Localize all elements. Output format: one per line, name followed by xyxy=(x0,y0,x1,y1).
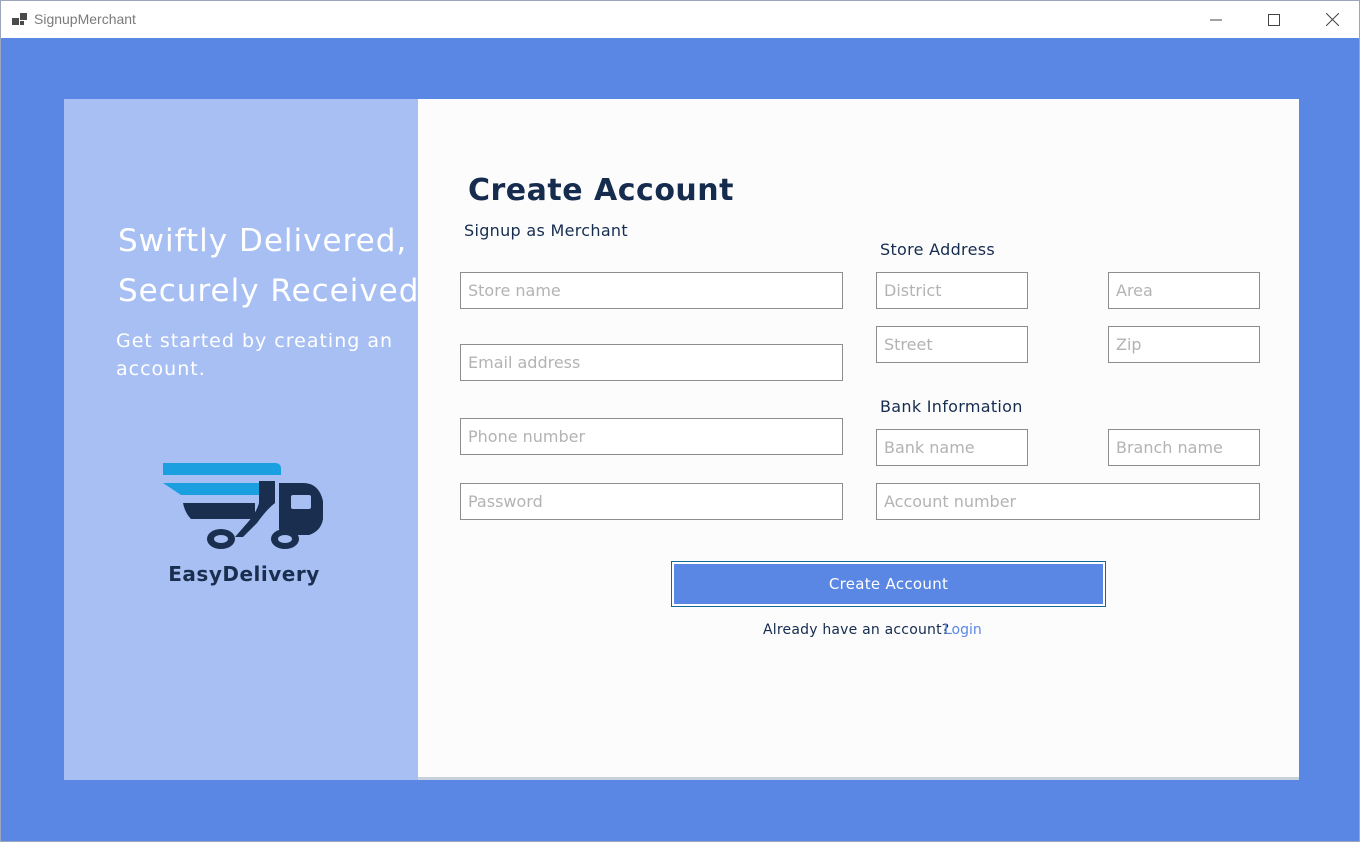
maximize-icon xyxy=(1268,13,1280,26)
page-subtitle: Signup as Merchant xyxy=(464,221,628,240)
maximize-button[interactable] xyxy=(1245,1,1303,38)
zip-input[interactable] xyxy=(1108,326,1260,363)
tagline-line-1: Swiftly Delivered, xyxy=(118,223,408,259)
get-started-text: Get started by creating an account. xyxy=(116,330,394,380)
bank-information-label: Bank Information xyxy=(880,397,1023,416)
already-have-account-text: Already have an account? xyxy=(763,622,950,638)
branch-name-input[interactable] xyxy=(1108,429,1260,466)
close-icon xyxy=(1325,13,1339,26)
signup-merchant-window: SignupMerchant Swiftly Delivered, Secure… xyxy=(0,0,1360,842)
district-input[interactable] xyxy=(876,272,1028,309)
email-input[interactable] xyxy=(460,344,843,381)
page-title: Create Account xyxy=(468,173,734,208)
signup-form-panel: Create Account Signup as Merchant Store … xyxy=(418,99,1299,780)
account-number-input[interactable] xyxy=(876,483,1260,520)
minimize-icon xyxy=(1210,19,1222,20)
brand-name: EasyDelivery xyxy=(168,562,320,586)
store-address-label: Store Address xyxy=(880,240,995,259)
store-name-input[interactable] xyxy=(460,272,843,309)
title-bar: SignupMerchant xyxy=(1,1,1359,38)
password-input[interactable] xyxy=(460,483,843,520)
area-input[interactable] xyxy=(1108,272,1260,309)
app-window-icon xyxy=(12,13,27,25)
delivery-truck-icon xyxy=(163,463,323,549)
login-link[interactable]: Login xyxy=(944,622,982,638)
branding-panel: Swiftly Delivered, Securely Received. Ge… xyxy=(64,99,429,780)
minimize-button[interactable] xyxy=(1187,1,1245,38)
street-input[interactable] xyxy=(876,326,1028,363)
tagline-line-2: Securely Received. xyxy=(118,273,431,309)
create-account-button[interactable]: Create Account xyxy=(671,561,1106,607)
phone-input[interactable] xyxy=(460,418,843,455)
bank-name-input[interactable] xyxy=(876,429,1028,466)
window-title: SignupMerchant xyxy=(34,11,136,27)
close-button[interactable] xyxy=(1303,1,1359,38)
